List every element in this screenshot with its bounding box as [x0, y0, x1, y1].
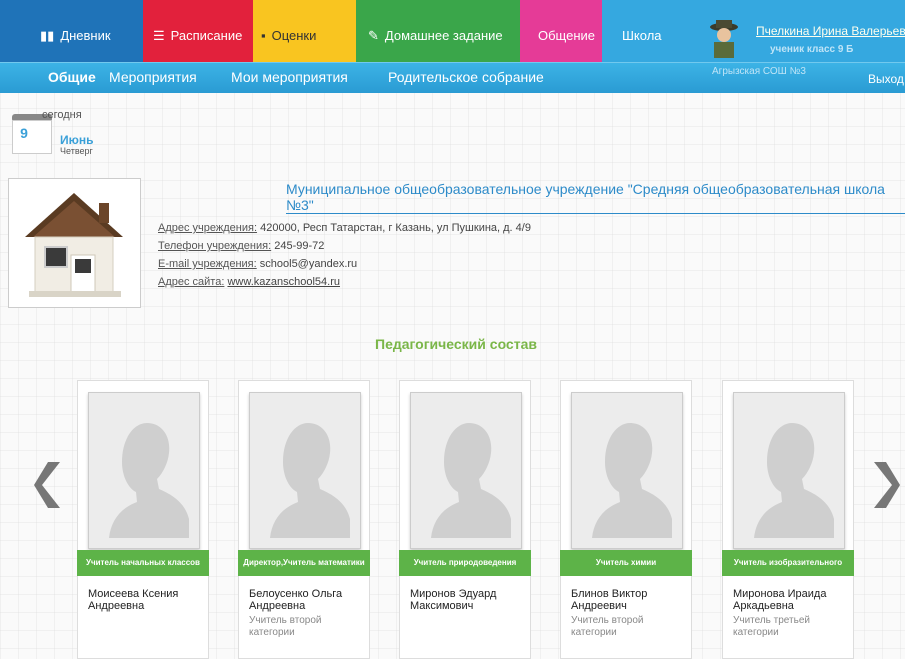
staff-category: Учитель третьей категории	[733, 615, 810, 638]
staff-role: Учитель начальных классов	[77, 550, 209, 576]
subtab-my-events[interactable]: Мои мероприятия	[231, 69, 348, 85]
staff-category: Учитель второй категории	[571, 615, 644, 638]
staff-card[interactable]: Учитель химии Блинов Виктор Андреевич Учит…	[560, 380, 692, 659]
staff-name: Белоусенко Ольга Андреевна	[249, 588, 343, 612]
tab-homework[interactable]: ✎ Домашнее задание	[356, 0, 520, 62]
phone-value: 245-99-72	[274, 240, 325, 252]
staff-photo	[571, 392, 683, 549]
staff-name: Блинов Виктор Андреевич	[571, 588, 648, 612]
staff-photo	[249, 392, 361, 549]
staff-card[interactable]: Директор,Учитель математики Белоусенко Ол…	[238, 380, 370, 659]
staff-photo	[733, 392, 845, 549]
top-navigation: ▮▮ Дневник ☰ Расписание ▪ Оценки ✎ Домаш…	[0, 0, 905, 62]
staff-role: Директор,Учитель математики	[238, 550, 370, 576]
staff-name: Моисеева Ксения Андреевна	[88, 588, 179, 612]
staff-photo	[410, 392, 522, 549]
tab-school-label[interactable]: Школа	[622, 28, 662, 43]
staff-role: Учитель изобразительного	[722, 550, 854, 576]
school-email: E-mail учреждения: school5@yandex.ru	[158, 258, 357, 270]
staff-role: Учитель природоведения	[399, 550, 531, 576]
subtab-events[interactable]: Мероприятия	[109, 69, 197, 85]
school-title: Муниципальное общеобразовательное учрежд…	[286, 181, 885, 213]
user-school: Агрызская СОШ №3	[712, 66, 806, 77]
school-phone: Телефон учреждения: 245-99-72	[158, 240, 324, 252]
staff-name: Миронова Ираида Аркадьевна	[733, 588, 827, 612]
tab-communication-label: Общение	[538, 28, 596, 43]
staff-role: Учитель химии	[560, 550, 692, 576]
list-icon: ☰	[153, 28, 165, 43]
school-site: Адрес сайта: www.kazanschool54.ru	[158, 276, 340, 288]
email-label: E-mail учреждения:	[158, 258, 257, 270]
tab-diary-label: Дневник	[60, 28, 111, 43]
book-icon: ▮▮	[40, 28, 55, 43]
address-label: Адрес учреждения:	[158, 222, 258, 234]
email-value: school5@yandex.ru	[259, 258, 358, 270]
tab-communication[interactable]: Общение	[520, 0, 602, 62]
grades-icon: ▪	[261, 28, 266, 43]
address-value: 420000, Респ Татарстан, г Казань, ул Пуш…	[260, 222, 531, 234]
tab-grades[interactable]: ▪ Оценки	[253, 0, 356, 62]
staff-name: Миронов Эдуард Максимович	[410, 588, 497, 612]
school-address: Адрес учреждения: 420000, Респ Татарстан…	[158, 222, 531, 234]
edit-icon: ✎	[368, 28, 379, 43]
tab-homework-label: Домашнее задание	[384, 28, 503, 43]
tab-schedule-label: Расписание	[170, 28, 243, 43]
site-link[interactable]: www.kazanschool54.ru	[227, 276, 340, 288]
chevron-left-icon[interactable]	[34, 462, 62, 508]
staff-card[interactable]: Учитель изобразительного Миронова Ираида …	[722, 380, 854, 659]
subtab-parent-meeting[interactable]: Родительское собрание	[388, 69, 544, 85]
logout-link[interactable]: Выход	[868, 72, 904, 86]
school-image	[8, 178, 141, 308]
user-role: ученик класс 9 Б	[770, 44, 854, 55]
staff-title: Педагогический состав	[375, 336, 537, 352]
tab-diary[interactable]: ▮▮ Дневник	[0, 0, 143, 62]
tab-grades-label: Оценки	[271, 28, 317, 43]
staff-photo	[88, 392, 200, 549]
subtab-general[interactable]: Общие	[48, 69, 96, 85]
user-avatar-icon	[710, 20, 738, 58]
calendar-icon: 9	[12, 120, 52, 154]
user-name-link[interactable]: Пчелкина Ирина Валерьевн	[756, 24, 905, 38]
staff-category: Учитель второй категории	[249, 615, 322, 638]
chevron-right-icon[interactable]	[872, 462, 900, 508]
title-divider	[286, 213, 905, 214]
calendar-day: 9	[20, 125, 28, 141]
tab-schedule[interactable]: ☰ Расписание	[143, 0, 253, 62]
calendar-weekday: Четверг	[60, 146, 93, 156]
staff-card[interactable]: Учитель природоведения Миронов Эдуард Мак…	[399, 380, 531, 659]
calendar-month: Июнь	[60, 133, 94, 147]
site-label: Адрес сайта:	[158, 276, 225, 288]
staff-card[interactable]: Учитель начальных классов Моисеева Ксения…	[77, 380, 209, 659]
phone-label: Телефон учреждения:	[158, 240, 272, 252]
house-icon	[25, 193, 123, 297]
